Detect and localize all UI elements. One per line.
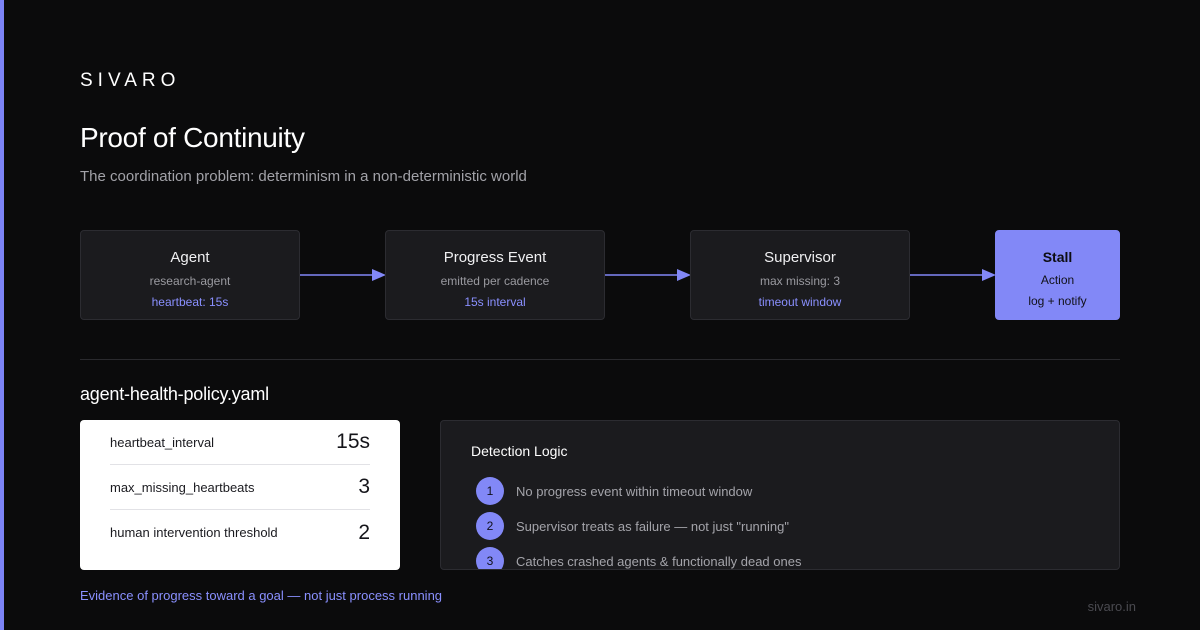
flow-node-stall: Stall Action log + notify <box>995 230 1120 320</box>
flow-arrow-icon <box>300 269 386 281</box>
flow-node-detail: emitted per cadence <box>440 274 550 288</box>
section-divider <box>80 359 1120 360</box>
site-url: sivaro.in <box>1087 599 1136 614</box>
param-value: 3 <box>358 475 370 498</box>
flow-arrow-icon <box>910 269 996 281</box>
param-row: max_missing_heartbeats 3 <box>110 465 370 510</box>
param-key: max_missing_heartbeats <box>110 479 255 495</box>
param-value: 2 <box>358 520 370 544</box>
page-title: Proof of Continuity <box>80 122 305 153</box>
flow-node-accent: 15s interval <box>464 295 526 309</box>
policy-file-title: agent-health-policy.yaml <box>80 384 269 404</box>
param-key: human intervention threshold <box>110 525 278 540</box>
param-value: 15s <box>336 430 370 453</box>
flow-node-detail: research-agent <box>149 274 231 288</box>
step-number-badge: 1 <box>476 477 504 505</box>
flow-node-detail: Action <box>1040 273 1075 287</box>
flow-node-accent: log + notify <box>1028 294 1087 308</box>
flow-node-accent: heartbeat: 15s <box>151 295 229 309</box>
page-subtitle: The coordination problem: determinism in… <box>80 168 527 185</box>
param-row: human intervention threshold 2 <box>110 510 370 555</box>
step-number-badge: 2 <box>476 512 504 540</box>
flow-node-name: Progress Event <box>443 249 547 266</box>
flow-node-agent: Agent research-agent heartbeat: 15s <box>80 230 300 320</box>
flow-node-name: Stall <box>1042 249 1073 265</box>
param-key: heartbeat_interval <box>110 434 215 450</box>
flow-arrow-icon <box>605 269 691 281</box>
policy-params-card: heartbeat_interval 15s max_missing_heart… <box>80 420 400 570</box>
flow-node-name: Supervisor <box>764 249 836 266</box>
logic-item-text: Catches crashed agents & functionally de… <box>516 553 802 569</box>
flow-node-detail: max missing: 3 <box>759 274 841 288</box>
logic-item-text: Supervisor treats as failure — not just … <box>516 518 789 534</box>
footnote: Evidence of progress toward a goal — not… <box>80 588 443 603</box>
detection-logic-title: Detection Logic <box>471 443 568 459</box>
logic-item: 2 Supervisor treats as failure — not jus… <box>476 512 789 540</box>
param-row: heartbeat_interval 15s <box>110 420 370 465</box>
logic-item: 1 No progress event within timeout windo… <box>476 477 752 505</box>
logic-item: 3 Catches crashed agents & functionally … <box>476 547 802 569</box>
left-accent-bar <box>0 0 4 630</box>
brand-logo: SIVARO <box>80 70 181 91</box>
flow-node-supervisor: Supervisor max missing: 3 timeout window <box>690 230 910 320</box>
step-number-badge: 3 <box>476 547 504 569</box>
flow-node-name: Agent <box>170 249 210 266</box>
flow-node-progress-event: Progress Event emitted per cadence 15s i… <box>385 230 605 320</box>
logic-item-text: No progress event within timeout window <box>516 483 753 499</box>
detection-logic-card: Detection Logic 1 No progress event with… <box>440 420 1120 570</box>
flow-node-accent: timeout window <box>758 295 842 309</box>
